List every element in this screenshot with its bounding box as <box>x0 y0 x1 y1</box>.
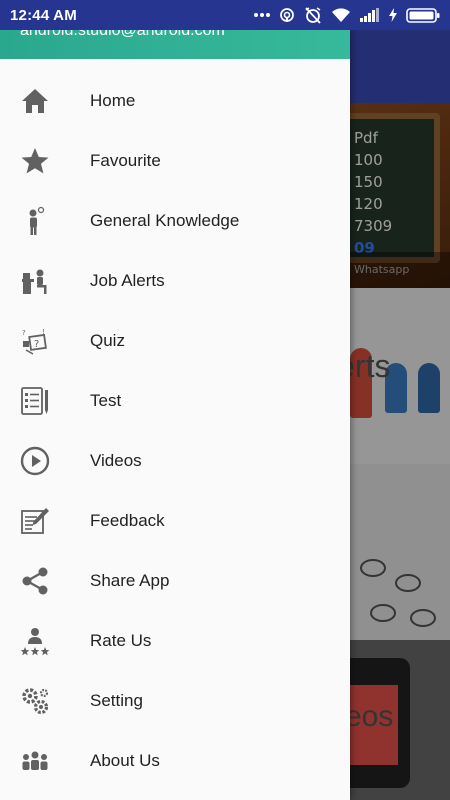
svg-text:?: ? <box>34 339 39 350</box>
menu-item-rate-us[interactable]: Rate Us <box>0 611 350 671</box>
menu-item-job-alerts[interactable]: Job Alerts <box>0 251 350 311</box>
gears-icon <box>0 671 90 731</box>
charging-icon <box>389 8 397 22</box>
rate-person-stars-icon <box>0 611 90 671</box>
menu-item-about-us[interactable]: About Us <box>0 731 350 791</box>
menu-item-label: About Us <box>90 751 160 770</box>
hotspot-icon <box>279 7 295 23</box>
svg-text:!: ! <box>42 328 45 336</box>
user-email: android.studio@android.com <box>20 30 225 39</box>
checklist-icon <box>0 371 90 431</box>
menu-item-general-knowledge[interactable]: General Knowledge <box>0 191 350 251</box>
menu-item-label: Share App <box>90 571 170 590</box>
navigation-drawer: android.studio@android.com Home Favourit… <box>0 30 350 800</box>
quiz-icon: ??! <box>0 311 90 371</box>
star-icon <box>0 131 90 191</box>
menu-item-test[interactable]: Test <box>0 371 350 431</box>
menu-item-favourite[interactable]: Favourite <box>0 131 350 191</box>
menu-item-label: Feedback <box>90 511 165 530</box>
menu-item-label: Setting <box>90 691 143 710</box>
menu-item-label: Rate Us <box>90 631 152 650</box>
alarm-off-icon <box>304 6 322 24</box>
menu-item-videos[interactable]: Videos <box>0 431 350 491</box>
drawer-header: android.studio@android.com <box>0 30 350 59</box>
menu-item-quiz[interactable]: ??! Quiz <box>0 311 350 371</box>
home-icon <box>0 71 90 131</box>
share-icon <box>0 551 90 611</box>
svg-text:?: ? <box>22 329 26 337</box>
person-desk-icon <box>0 251 90 311</box>
battery-icon <box>406 7 440 23</box>
drawer-menu: Home Favourite General Knowledge Job Ale… <box>0 59 350 791</box>
menu-item-feedback[interactable]: Feedback <box>0 491 350 551</box>
menu-item-label: Videos <box>90 451 142 470</box>
menu-item-label: Home <box>90 91 136 110</box>
more-dots-icon <box>254 12 270 18</box>
menu-item-setting[interactable]: Setting <box>0 671 350 731</box>
status-bar: 12:44 AM <box>0 0 450 30</box>
menu-item-home[interactable]: Home <box>0 71 350 131</box>
group-icon <box>0 731 90 791</box>
edit-note-icon <box>0 491 90 551</box>
play-circle-icon <box>0 431 90 491</box>
menu-item-share-app[interactable]: Share App <box>0 551 350 611</box>
menu-item-label: Job Alerts <box>90 271 165 290</box>
menu-item-label: Favourite <box>90 151 161 170</box>
wifi-icon <box>331 7 351 23</box>
signal-icon <box>360 8 380 22</box>
menu-item-label: Test <box>90 391 122 410</box>
status-time: 12:44 AM <box>10 6 77 24</box>
menu-item-label: General Knowledge <box>90 211 240 230</box>
menu-item-label: Quiz <box>90 331 125 350</box>
person-thinking-icon <box>0 191 90 251</box>
